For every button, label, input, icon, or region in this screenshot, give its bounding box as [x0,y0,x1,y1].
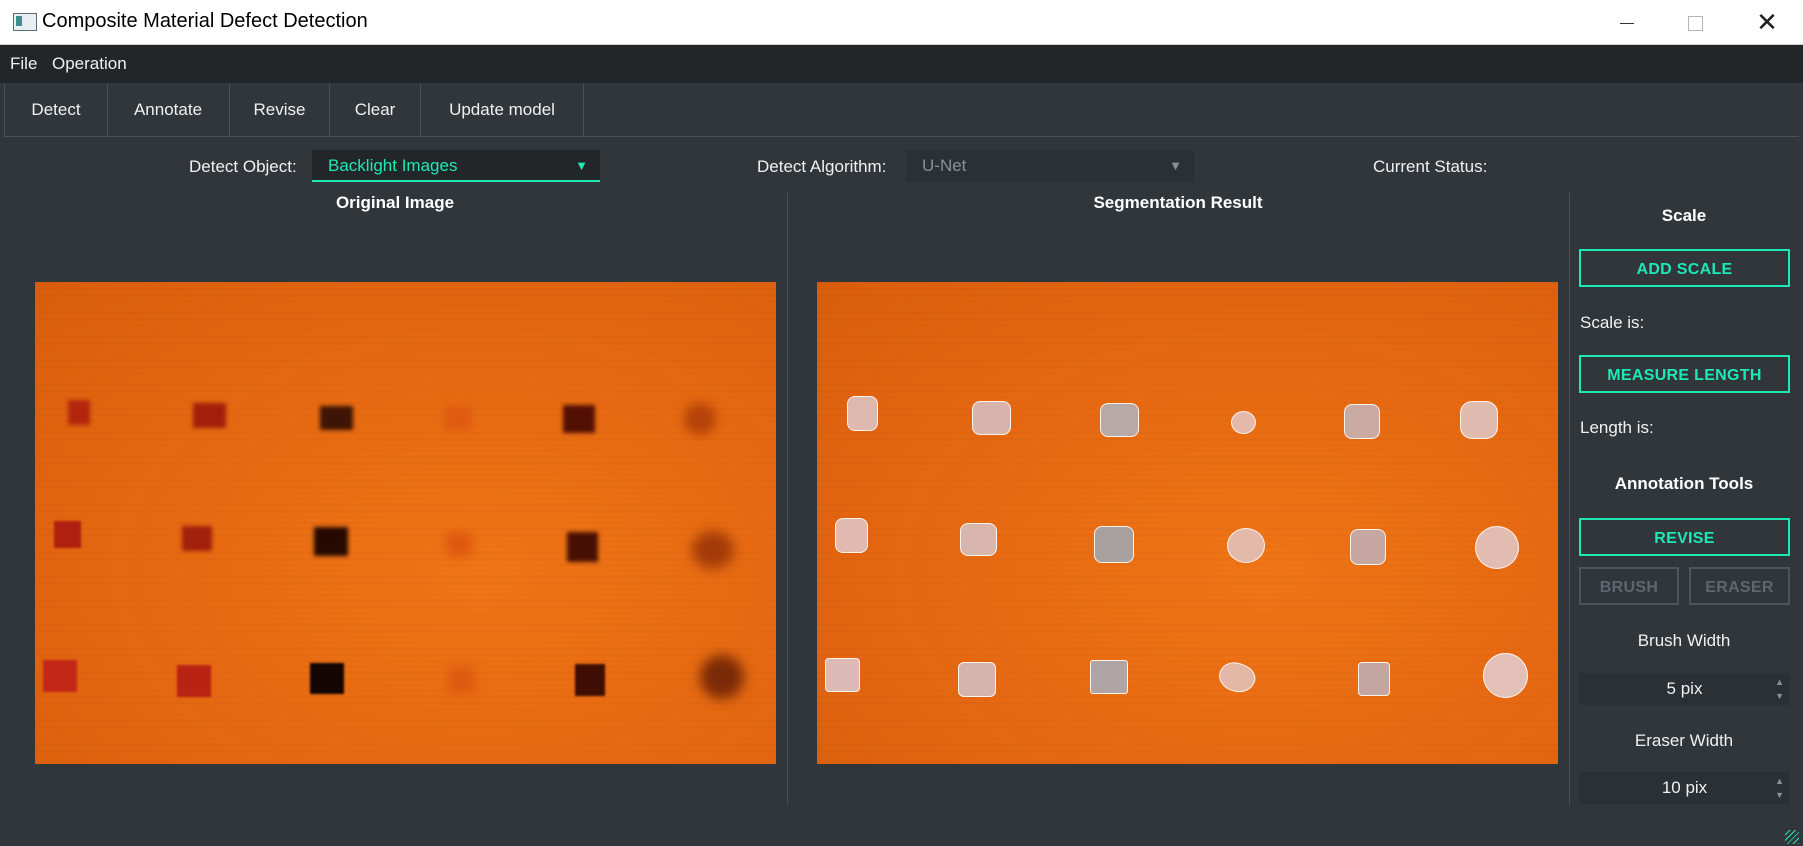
minimize-icon [1620,22,1634,24]
detect-object-label: Detect Object: [189,157,297,176]
defect-spot [446,532,472,556]
add-scale-button[interactable]: ADD SCALE [1579,249,1790,287]
revise-toolbar-button[interactable]: Revise [230,84,330,136]
segmentation-result-title: Segmentation Result [1093,193,1263,212]
defect-spot [314,527,348,556]
dropdown-arrow-icon: ▼ [575,158,588,173]
spin-arrows-icon[interactable]: ▲ ▼ [1775,675,1784,703]
mask-blob [1090,660,1128,694]
annotate-button[interactable]: Annotate [107,84,230,136]
panel-divider [787,193,788,805]
mask-blob [1100,403,1139,437]
defect-spot [43,660,77,692]
length-is-label: Length is: [1580,418,1654,437]
close-button[interactable]: ✕ [1733,0,1801,44]
minimize-button[interactable] [1593,0,1661,44]
segmentation-image[interactable] [817,282,1558,764]
mask-blob [1227,528,1265,563]
annotation-tools-title: Annotation Tools [1614,474,1754,493]
defect-spot [445,406,471,430]
toolbar: Detect Annotate Revise Clear Update mode… [4,84,1799,137]
defect-spot [684,403,716,435]
defect-spot [563,405,595,433]
defect-spot [448,667,474,693]
detect-object-value: Backlight Images [328,156,458,175]
defect-spot [320,406,353,430]
update-model-button[interactable]: Update model [421,84,584,136]
mask-blob [1350,529,1386,565]
defect-spot [567,532,598,562]
sidebar-divider [1569,193,1570,805]
eraser-width-spinbox[interactable]: 10 pix ▲ ▼ [1579,772,1790,804]
brush-width-label: Brush Width [1637,631,1731,650]
menu-file[interactable]: File [10,54,37,74]
mask-blob [1344,404,1380,439]
detect-algorithm-label: Detect Algorithm: [757,157,887,176]
mask-blob [1358,662,1390,696]
mask-blob [825,658,860,692]
defect-spot [700,655,744,699]
detect-object-select[interactable]: Backlight Images ▼ [312,150,600,182]
eraser-width-value: 10 pix [1661,778,1708,797]
window-title: Composite Material Defect Detection [42,10,368,32]
status-bar [0,820,1803,846]
revise-button[interactable]: REVISE [1579,518,1790,556]
menu-operation[interactable]: Operation [52,54,127,74]
measure-length-button[interactable]: MEASURE LENGTH [1579,355,1790,393]
defect-spot [177,665,211,697]
detect-algorithm-select[interactable]: U-Net ▼ [906,150,1194,182]
mask-blob [1231,411,1256,434]
maximize-button[interactable] [1661,0,1729,44]
mask-blob [972,401,1011,435]
mask-blob [1483,653,1528,698]
brush-width-spinbox[interactable]: 5 pix ▲ ▼ [1579,673,1790,705]
spin-arrows-icon[interactable]: ▲ ▼ [1775,774,1784,802]
brush-width-value: 5 pix [1666,679,1703,698]
defect-spot [68,400,90,425]
original-image[interactable] [35,282,776,764]
mask-blob [835,518,868,553]
defect-spot [310,663,344,694]
original-image-title: Original Image [335,193,455,212]
app-icon [13,13,37,31]
current-status-label: Current Status: [1373,157,1488,176]
mask-blob [1460,401,1498,439]
brush-button[interactable]: BRUSH [1579,567,1679,605]
scale-section-title: Scale [1661,206,1707,225]
defect-spot [54,521,81,548]
clear-button[interactable]: Clear [330,84,421,136]
scale-is-label: Scale is: [1580,313,1645,332]
window-titlebar: Composite Material Defect Detection ✕ [0,0,1803,45]
resize-grip-icon[interactable] [1785,830,1799,844]
mask-blob [847,396,878,431]
mask-blob [1214,656,1260,699]
eraser-button[interactable]: ERASER [1689,567,1790,605]
maximize-icon [1687,15,1703,31]
defect-spot [575,664,605,696]
mask-blob [1094,526,1134,563]
defect-spot [692,531,734,569]
menu-bar: File Operation [0,45,1803,83]
mask-blob [960,523,997,556]
mask-blob [1475,526,1519,569]
dropdown-arrow-icon: ▼ [1169,158,1182,173]
close-icon: ✕ [1756,7,1778,37]
defect-spot [193,403,226,428]
mask-blob [958,662,996,697]
eraser-width-label: Eraser Width [1634,731,1734,750]
detect-button[interactable]: Detect [4,84,108,136]
detect-algorithm-value: U-Net [922,156,967,175]
defect-spot [182,526,212,551]
